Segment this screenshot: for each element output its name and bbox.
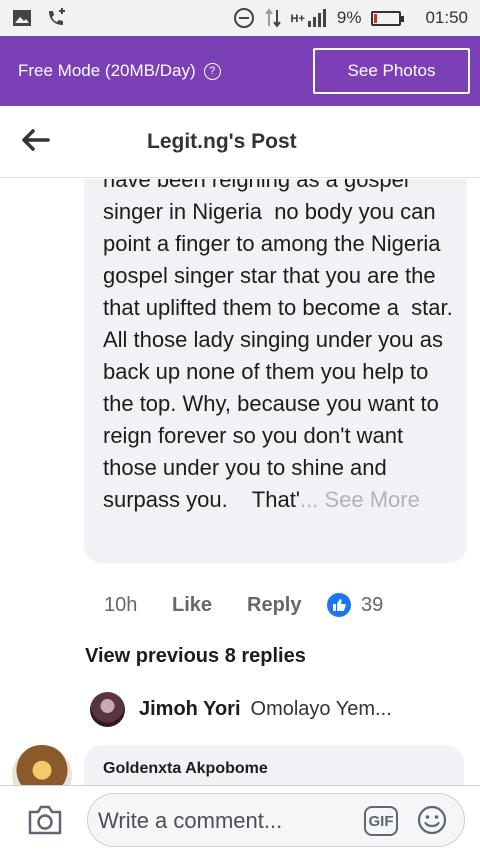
- info-icon[interactable]: ?: [203, 62, 221, 80]
- like-count: 39: [361, 593, 384, 616]
- like-reaction-icon: [327, 593, 351, 617]
- comment-composer: GIF: [0, 785, 480, 854]
- status-bar: H+ 9% 01:50: [0, 0, 480, 36]
- comment-author[interactable]: Goldenxta Akpobome: [103, 760, 268, 778]
- battery-icon: [371, 10, 405, 26]
- comments-area[interactable]: have been reigning as a gospel singer in…: [0, 179, 480, 785]
- network-type: H+: [290, 13, 305, 25]
- emoji-icon[interactable]: [416, 804, 448, 836]
- clock: 01:50: [425, 8, 468, 27]
- signal-icon: [307, 9, 326, 27]
- do-not-disturb-icon: [233, 8, 254, 28]
- gif-button[interactable]: GIF: [364, 806, 398, 836]
- comment-body: have been reigning as a gospel singer in…: [103, 179, 453, 516]
- camera-icon[interactable]: [27, 804, 63, 836]
- reply-author[interactable]: Jimoh Yori: [139, 698, 241, 721]
- post-header: Legit.ng's Post: [0, 106, 480, 178]
- data-transfer-icon: [264, 8, 281, 28]
- reply-button[interactable]: Reply: [247, 594, 327, 617]
- free-mode-info[interactable]: Free Mode (20MB/Day) ?: [18, 61, 221, 81]
- like-button[interactable]: Like: [172, 594, 247, 617]
- reply-preview[interactable]: Jimoh Yori Omolayo Yem...: [90, 692, 392, 727]
- comment-input[interactable]: [98, 804, 348, 838]
- avatar[interactable]: [12, 745, 72, 785]
- comment-input-box[interactable]: GIF: [87, 793, 465, 847]
- view-previous-replies[interactable]: View previous 8 replies: [85, 645, 306, 668]
- free-mode-label: Free Mode (20MB/Day): [18, 61, 196, 80]
- comment-time: 10h: [104, 593, 138, 616]
- gallery-icon: [13, 10, 31, 26]
- free-mode-banner: Free Mode (20MB/Day) ? See Photos: [0, 36, 480, 106]
- see-more-link[interactable]: ... See More: [300, 487, 420, 512]
- comment-actions: 10h Like Reply 39: [104, 593, 383, 617]
- comment-text: have been reigning as a gospel singer in…: [103, 179, 464, 512]
- see-photos-button[interactable]: See Photos: [313, 48, 470, 94]
- page-title: Legit.ng's Post: [147, 130, 297, 153]
- avatar[interactable]: [90, 692, 125, 727]
- missed-call-icon: [49, 8, 65, 25]
- battery-percent: 9%: [336, 8, 362, 27]
- back-arrow-icon[interactable]: [20, 126, 52, 154]
- reply-snippet: Omolayo Yem...: [250, 698, 392, 720]
